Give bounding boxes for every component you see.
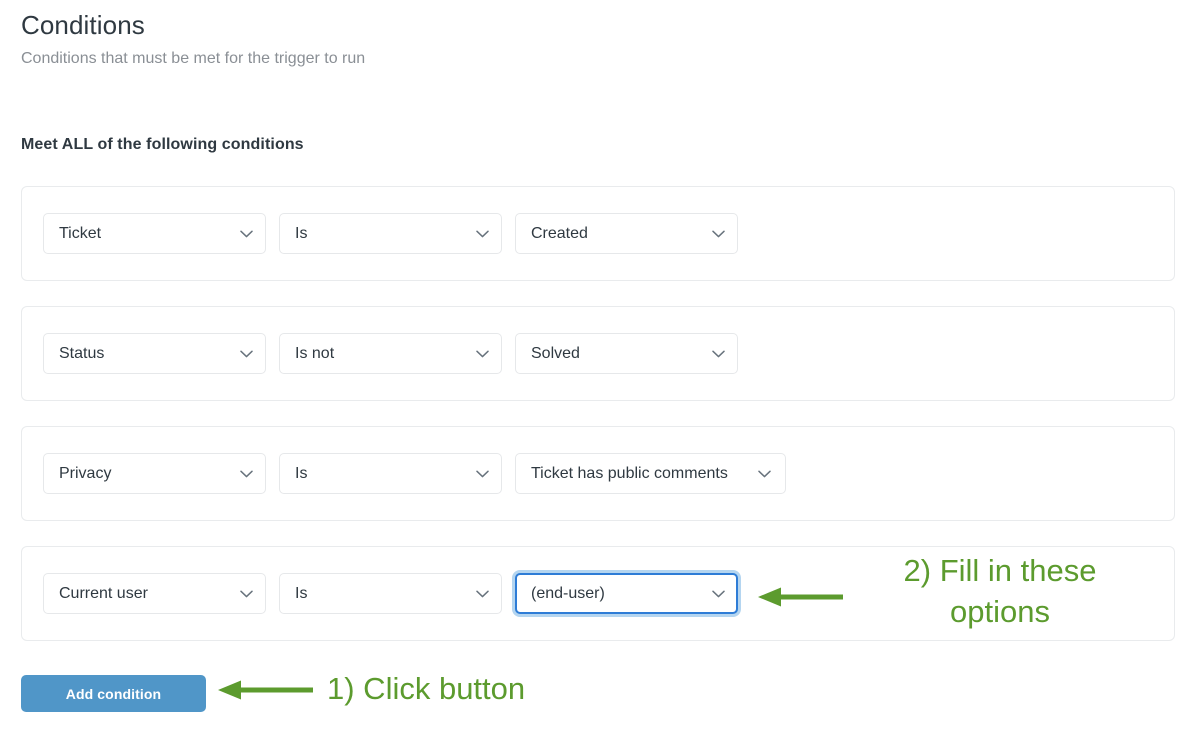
condition-operator-value: Is not xyxy=(295,344,335,362)
condition-row: Status Is not Solved xyxy=(21,306,1175,401)
condition-field-value: Privacy xyxy=(59,464,112,482)
chevron-down-icon xyxy=(240,350,253,358)
chevron-down-icon xyxy=(758,470,771,478)
condition-value-select[interactable]: Created xyxy=(515,213,738,254)
condition-operator-value: Is xyxy=(295,224,308,242)
condition-operator-select[interactable]: Is xyxy=(279,453,502,494)
chevron-down-icon xyxy=(240,470,253,478)
condition-field-value: Ticket xyxy=(59,224,102,242)
condition-field-select[interactable]: Privacy xyxy=(43,453,266,494)
chevron-down-icon xyxy=(476,350,489,358)
conditions-section-label: Meet ALL of the following conditions xyxy=(21,136,304,153)
arrow-left-icon xyxy=(758,587,843,607)
condition-field-select[interactable]: Status xyxy=(43,333,266,374)
condition-field-value: Status xyxy=(59,344,105,362)
chevron-down-icon xyxy=(476,470,489,478)
chevron-down-icon xyxy=(712,350,725,358)
chevron-down-icon xyxy=(712,230,725,238)
condition-value-value: Created xyxy=(531,224,588,242)
condition-row: Ticket Is Created xyxy=(21,186,1175,281)
condition-value-value: Ticket has public comments xyxy=(531,464,728,482)
chevron-down-icon xyxy=(240,230,253,238)
chevron-down-icon xyxy=(476,230,489,238)
annotation-step-2: 2) Fill in these options xyxy=(903,553,1097,629)
condition-operator-value: Is xyxy=(295,464,308,482)
chevron-down-icon xyxy=(712,590,725,598)
condition-operator-select[interactable]: Is xyxy=(279,573,502,614)
condition-field-value: Current user xyxy=(59,584,148,602)
condition-value-select[interactable]: Ticket has public comments xyxy=(515,453,786,494)
condition-row: Privacy Is Ticket has public comments xyxy=(21,426,1175,521)
condition-operator-select[interactable]: Is xyxy=(279,213,502,254)
condition-value-value: Solved xyxy=(531,344,580,362)
condition-field-select[interactable]: Current user xyxy=(43,573,266,614)
page-header: Conditions Conditions that must be met f… xyxy=(21,8,1021,70)
condition-operator-value: Is xyxy=(295,584,308,602)
chevron-down-icon xyxy=(476,590,489,598)
condition-field-select[interactable]: Ticket xyxy=(43,213,266,254)
annotation-step-1: 1) Click button xyxy=(327,671,526,706)
page-subtitle: Conditions that must be met for the trig… xyxy=(21,50,366,67)
condition-value-select[interactable]: Solved xyxy=(515,333,738,374)
condition-value-select-focused[interactable]: (end-user) xyxy=(515,573,738,614)
condition-value-value: (end-user) xyxy=(531,584,605,602)
add-condition-button[interactable]: Add condition xyxy=(21,675,206,712)
chevron-down-icon xyxy=(240,590,253,598)
page-title: Conditions xyxy=(21,10,145,40)
condition-operator-select[interactable]: Is not xyxy=(279,333,502,374)
arrow-left-icon xyxy=(218,680,313,700)
